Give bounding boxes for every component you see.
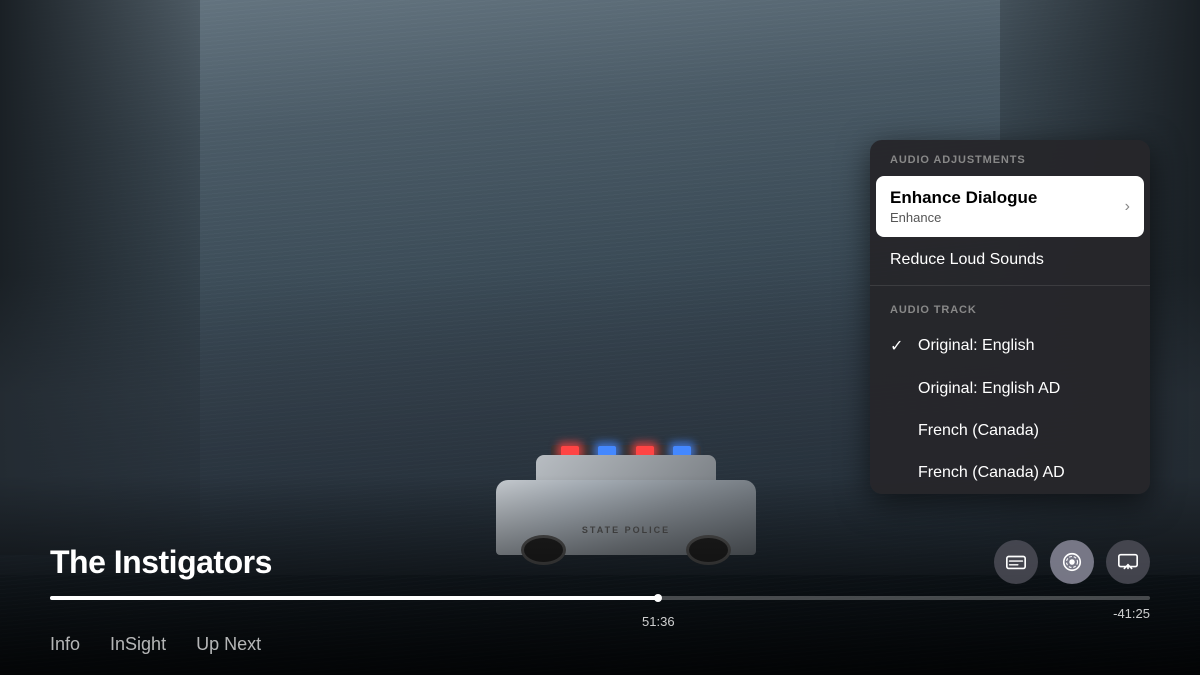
nav-tabs: Info InSight Up Next [50, 634, 1150, 655]
enhance-dialogue-chevron: › [1125, 198, 1130, 216]
control-buttons [994, 540, 1150, 584]
audio-track-original-english[interactable]: ✓ Original: English [870, 324, 1150, 368]
progress-bar-container[interactable] [50, 596, 1150, 600]
subtitles-icon [1005, 551, 1027, 573]
enhance-dialogue-content: Enhance Dialogue Enhance [890, 188, 1117, 225]
bottom-controls: The Instigators [0, 540, 1200, 675]
airplay-icon [1117, 551, 1139, 573]
reduce-loud-sounds-item[interactable]: Reduce Loud Sounds [870, 239, 1150, 281]
menu-divider-1 [870, 285, 1150, 286]
enhance-dialogue-subtitle: Enhance [890, 210, 1117, 225]
audio-track-french-canada-ad[interactable]: French (Canada) AD [870, 452, 1150, 494]
remaining-time: -41:25 [1113, 606, 1150, 621]
tab-up-next[interactable]: Up Next [196, 634, 261, 655]
audio-track-icon [1061, 551, 1083, 573]
check-original-english: ✓ [890, 336, 910, 356]
reduce-loud-sounds-title: Reduce Loud Sounds [890, 251, 1130, 269]
current-time: 51:36 [642, 614, 675, 629]
original-english-title: Original: English [918, 337, 1130, 355]
time-labels-row: 51:36 -41:25 [50, 606, 1150, 626]
audio-track-original-english-ad[interactable]: Original: English AD [870, 368, 1150, 410]
original-english-content: Original: English [918, 337, 1130, 355]
original-english-ad-content: Original: English AD [918, 380, 1130, 398]
tab-insight[interactable]: InSight [110, 634, 166, 655]
tab-info[interactable]: Info [50, 634, 80, 655]
airplay-button[interactable] [1106, 540, 1150, 584]
subtitles-button[interactable] [994, 540, 1038, 584]
french-canada-content: French (Canada) [918, 422, 1130, 440]
progress-fill [50, 596, 658, 600]
audio-dropdown-menu: AUDIO ADJUSTMENTS Enhance Dialogue Enhan… [870, 140, 1150, 494]
progress-dot [654, 594, 662, 602]
audio-track-header: AUDIO TRACK [870, 290, 1150, 324]
french-canada-title: French (Canada) [918, 422, 1130, 440]
french-canada-ad-content: French (Canada) AD [918, 464, 1130, 482]
audio-track-french-canada[interactable]: French (Canada) [870, 410, 1150, 452]
reduce-loud-sounds-content: Reduce Loud Sounds [890, 251, 1130, 269]
enhance-dialogue-title: Enhance Dialogue [890, 188, 1117, 208]
french-canada-ad-title: French (Canada) AD [918, 464, 1130, 482]
original-english-ad-title: Original: English AD [918, 380, 1130, 398]
audio-adjustments-header: AUDIO ADJUSTMENTS [870, 140, 1150, 174]
enhance-dialogue-item[interactable]: Enhance Dialogue Enhance › [876, 176, 1144, 237]
audio-track-button[interactable] [1050, 540, 1094, 584]
movie-title: The Instigators [50, 544, 272, 581]
title-row: The Instigators [50, 540, 1150, 584]
